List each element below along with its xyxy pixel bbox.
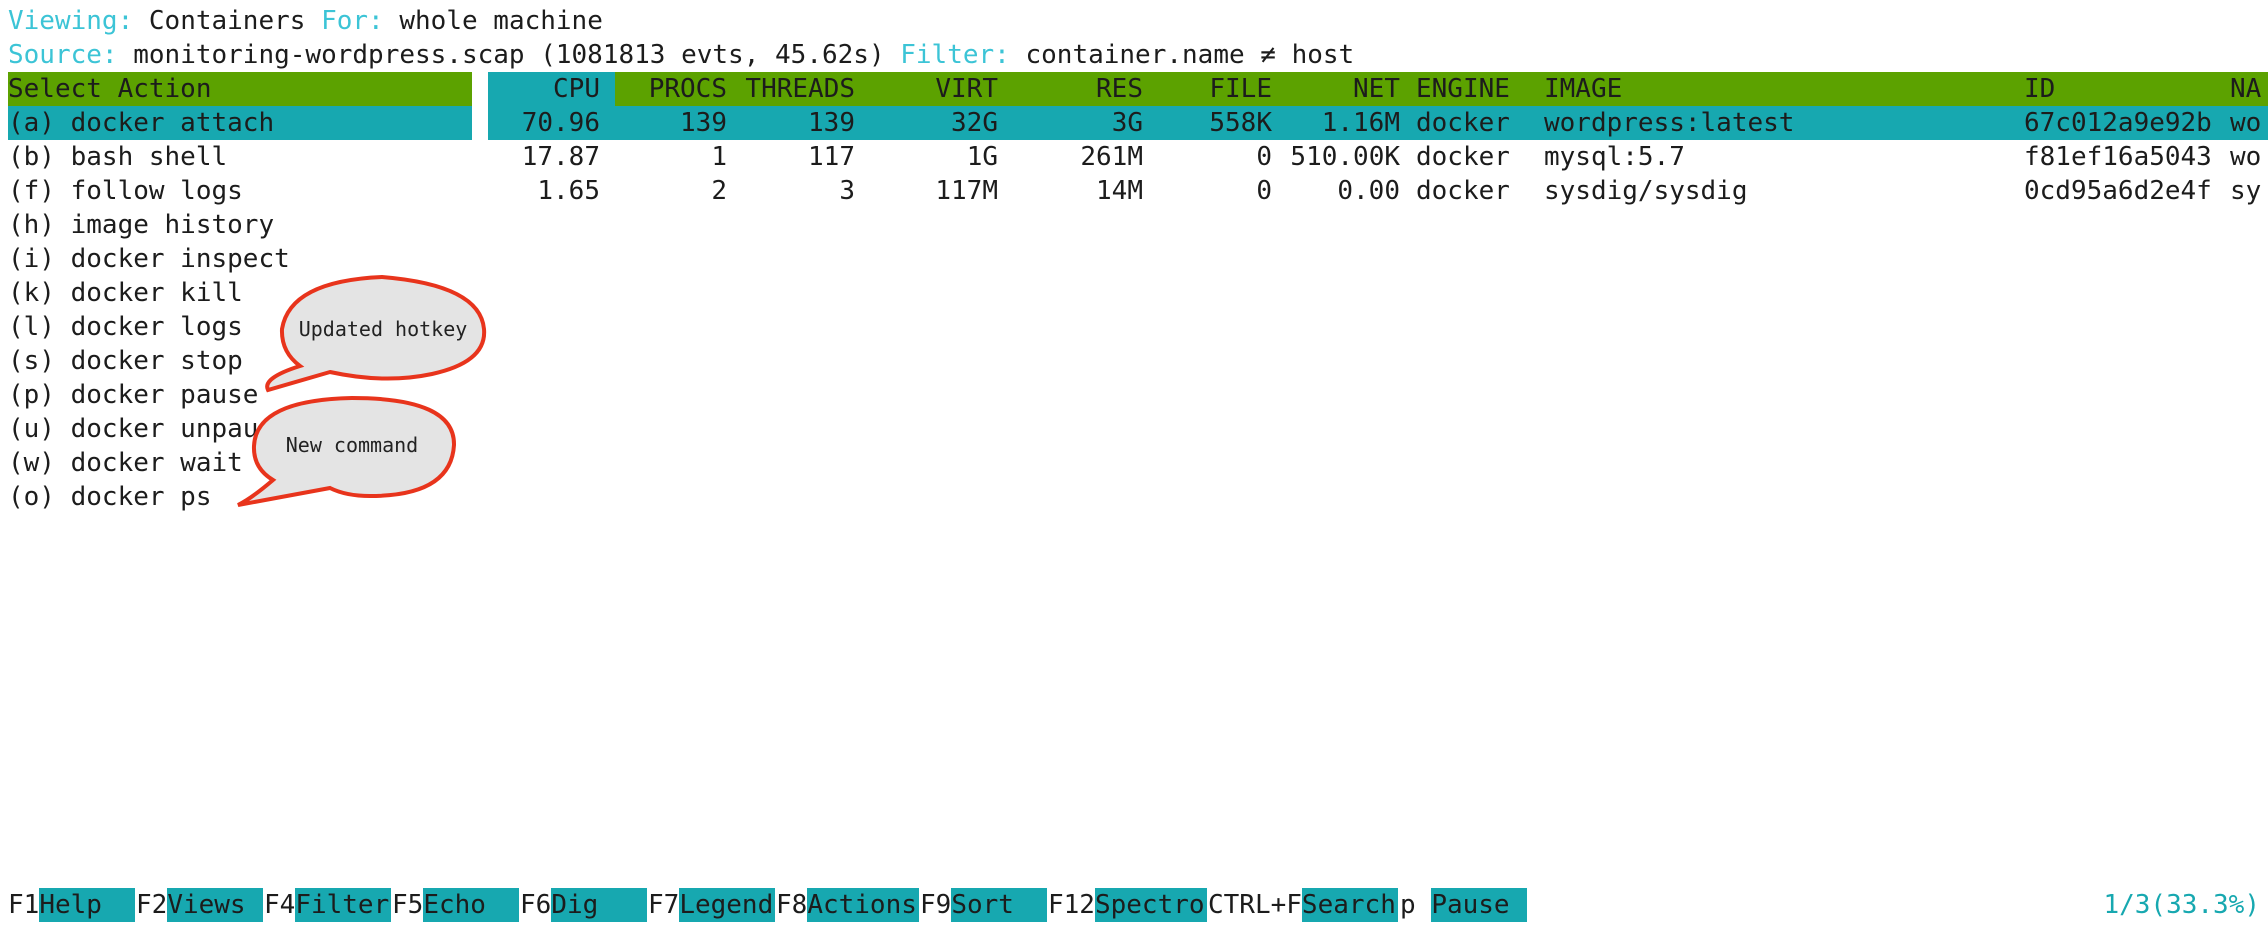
footer-search-label: Search xyxy=(1301,888,1398,922)
footer-views-label: Views xyxy=(167,888,264,922)
footer-key-spectro[interactable]: F12Spectro xyxy=(1048,888,1207,922)
footer-key-label: F12 xyxy=(1048,890,1095,920)
footer-dig-label: Dig xyxy=(551,888,648,922)
footer-key-label: F9 xyxy=(920,890,952,920)
callout-overlay: Updated hotkey New command xyxy=(237,274,487,507)
footer-legend-label: Legend xyxy=(679,888,776,922)
footer-key-label: F8 xyxy=(776,890,808,920)
footer-key-pause[interactable]: p Pause xyxy=(1400,888,1528,922)
footer-key-legend[interactable]: F7Legend xyxy=(648,888,776,922)
callout-new-command: New command xyxy=(237,395,457,507)
footer-key-filter[interactable]: F4Filter xyxy=(264,888,392,922)
footer-help-label: Help xyxy=(39,888,136,922)
footer-key-search[interactable]: CTRL+FSearch xyxy=(1208,888,1398,922)
callout-updated-hotkey: Updated hotkey xyxy=(265,274,487,393)
footer-key-dig[interactable]: F6Dig xyxy=(520,888,648,922)
footer-key-sort[interactable]: F9Sort xyxy=(920,888,1048,922)
footer-spectro-label: Spectro xyxy=(1094,888,1207,922)
footer-sort-label: Sort xyxy=(951,888,1048,922)
footer-key-label: F6 xyxy=(520,890,552,920)
callout-updated-text: Updated hotkey xyxy=(299,317,468,341)
footer-key-label: F7 xyxy=(648,890,680,920)
callout-new-text: New command xyxy=(286,433,418,457)
footer-key-label: F2 xyxy=(136,890,168,920)
footer-key-actions[interactable]: F8Actions xyxy=(776,888,920,922)
page-position: 1/3(33.3%) xyxy=(2103,890,2260,920)
footer-key-label: F4 xyxy=(264,890,296,920)
footer-pause-label: Pause xyxy=(1431,888,1528,922)
footer-key-help[interactable]: F1Help xyxy=(8,888,136,922)
footer-key-echo[interactable]: F5Echo xyxy=(392,888,520,922)
footer-key-label: p xyxy=(1400,890,1416,920)
footer-key-label: F1 xyxy=(8,890,40,920)
footer-key-label: CTRL+F xyxy=(1208,890,1302,920)
footer-key-label: F5 xyxy=(392,890,424,920)
footer-key-views[interactable]: F2Views xyxy=(136,888,264,922)
footer-echo-label: Echo xyxy=(423,888,520,922)
footer-actions-label: Actions xyxy=(807,888,920,922)
footer-filter-label: Filter xyxy=(295,888,392,922)
